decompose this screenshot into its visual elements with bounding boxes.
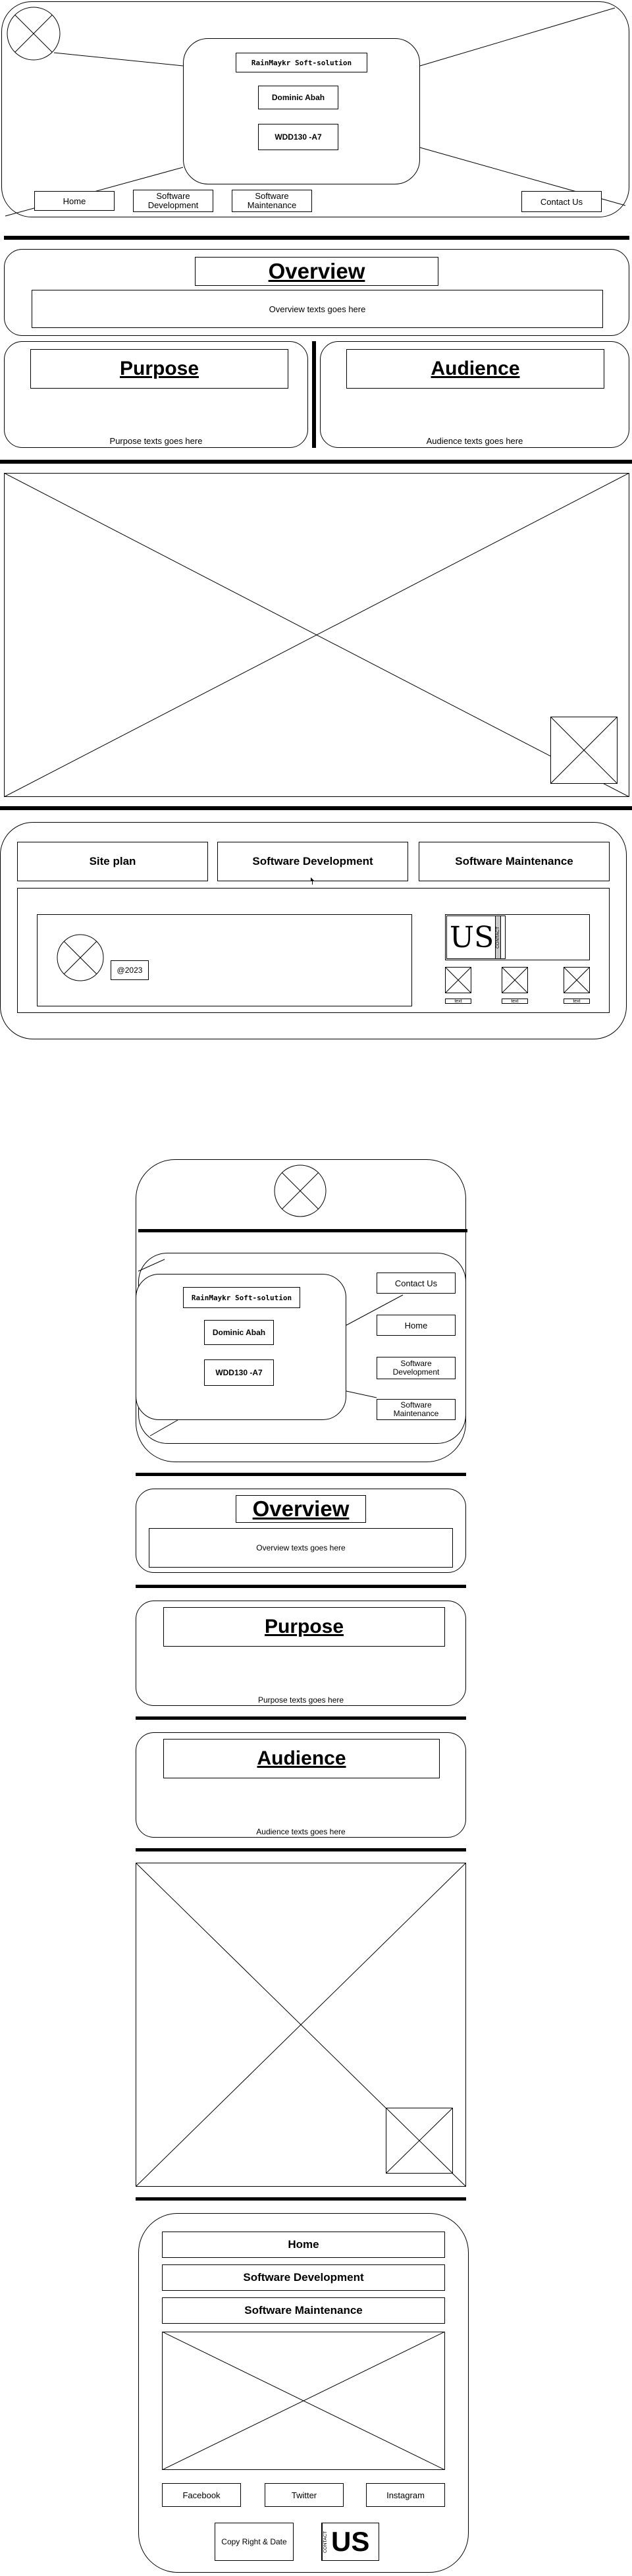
divider (136, 1585, 466, 1588)
mobile-purpose-title: Purpose (163, 1607, 445, 1647)
divider (136, 1473, 466, 1476)
mobile-footer-nav-software-maintenance[interactable]: Software Maintenance (162, 2297, 445, 2324)
mobile-footer-nav-home[interactable]: Home (162, 2232, 445, 2258)
mobile-nav-software-development-button[interactable]: Software Development (377, 1357, 456, 1379)
divider (136, 2197, 466, 2201)
mobile-nav-contact-us-button[interactable]: Contact Us (377, 1273, 456, 1294)
mobile-copyright-text: Copy Right & Date (215, 2523, 294, 2561)
mobile-overview-text: Overview texts goes here (149, 1528, 453, 1568)
mobile-author-name: Dominic Abah (204, 1320, 274, 1345)
mobile-audience-title: Audience (163, 1739, 440, 1778)
mobile-course-code: WDD130 -A7 (204, 1359, 274, 1386)
mobile-footer-nav-software-development[interactable]: Software Development (162, 2264, 445, 2291)
mobile-footer-image-placeholder (162, 2332, 445, 2470)
mobile-audience-text: Audience texts goes here (256, 1827, 346, 1836)
mobile-purpose-text: Purpose texts goes here (257, 1695, 344, 1705)
divider (136, 1716, 466, 1720)
mobile-nav-home-button[interactable]: Home (377, 1315, 456, 1336)
mobile-contact-us-logo-side: CONTACT (322, 2523, 329, 2560)
instagram-link[interactable]: Instagram (366, 2483, 445, 2507)
facebook-link[interactable]: Facebook (162, 2483, 241, 2507)
twitter-link[interactable]: Twitter (265, 2483, 344, 2507)
mobile-brand-name: RainMaykr Soft-solution (183, 1287, 300, 1308)
mobile-overview-title: Overview (236, 1495, 366, 1523)
divider (136, 1848, 466, 1851)
mobile-contact-us-logo-letters: US (331, 2526, 370, 2557)
mobile-contact-us-logo[interactable]: CONTACT US (321, 2523, 379, 2561)
mobile-hero-overlay-image-placeholder (386, 2108, 453, 2174)
mobile-nav-software-maintenance-button[interactable]: Software Maintenance (377, 1399, 456, 1420)
